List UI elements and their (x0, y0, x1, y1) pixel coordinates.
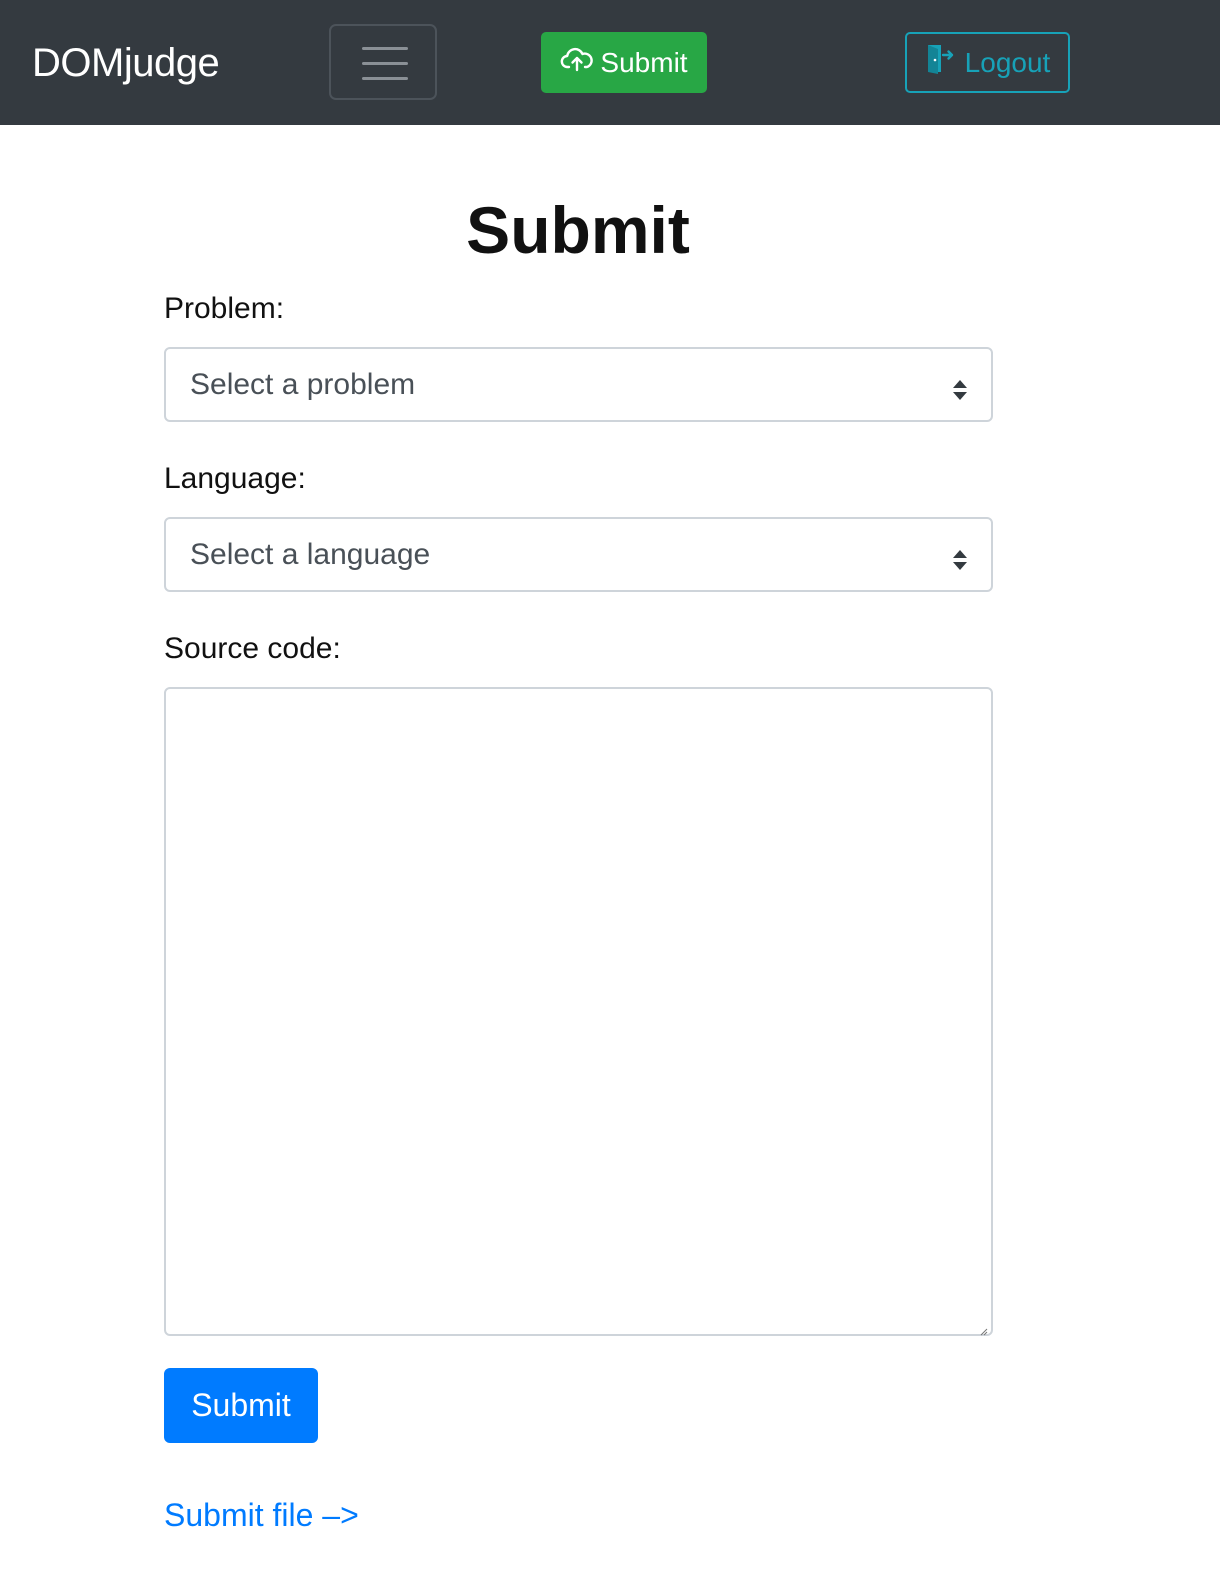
problem-select-value: Select a problem (190, 368, 416, 401)
page-title: Submit (466, 193, 690, 267)
language-select-value: Select a language (190, 538, 431, 571)
select-arrows-icon (951, 375, 969, 400)
logout-button[interactable]: Logout (905, 32, 1070, 93)
door-exit-icon (925, 43, 957, 82)
nav-submit-button[interactable]: Submit (541, 32, 707, 93)
navbar-toggler-button[interactable] (329, 24, 437, 100)
logout-label: Logout (964, 46, 1051, 78)
top-navbar: DOMjudge Submit Logout (0, 0, 1220, 125)
submit-file-link[interactable]: Submit file –> (164, 1495, 359, 1535)
submit-button[interactable]: Submit (164, 1368, 318, 1443)
select-arrows-icon (951, 545, 969, 570)
problem-select[interactable]: Select a problem (164, 347, 993, 422)
problem-label: Problem: (164, 292, 285, 325)
language-select[interactable]: Select a language (164, 517, 993, 592)
brand-logo[interactable]: DOMjudge (32, 38, 220, 88)
cloud-upload-icon (560, 46, 594, 79)
source-code-label: Source code: (164, 632, 341, 665)
nav-submit-label: Submit (600, 46, 688, 78)
resize-handle-icon[interactable] (980, 1323, 988, 1336)
language-label: Language: (164, 462, 306, 495)
source-code-textarea[interactable] (164, 687, 993, 1336)
